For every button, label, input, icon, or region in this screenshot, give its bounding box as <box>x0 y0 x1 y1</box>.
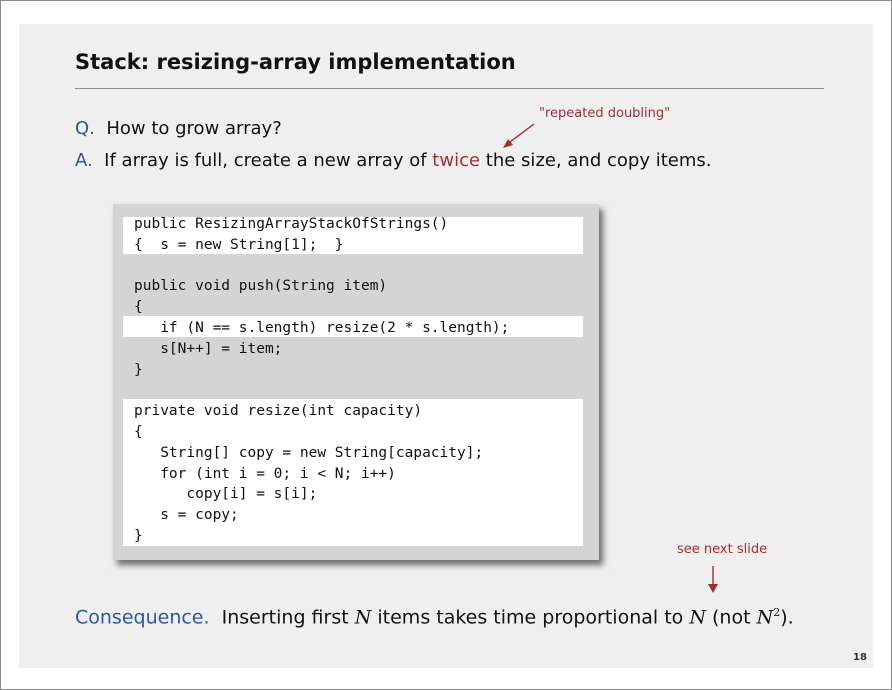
repeated-doubling-note: "repeated doubling" <box>539 106 671 121</box>
answer-line: A. If array is full, create a new array … <box>75 150 711 171</box>
code-line: s = copy; <box>134 507 239 524</box>
consequence-n2: N <box>689 606 706 629</box>
question-text: How to grow array? <box>106 118 282 139</box>
code-line: { <box>134 299 143 316</box>
consequence-text-1: Inserting first <box>221 606 349 629</box>
consequence-text-2: items takes time proportional to <box>377 606 684 629</box>
code-line: public ResizingArrayStackOfStrings() <box>134 216 449 232</box>
slide-title: Stack: resizing-array implementation <box>75 50 516 74</box>
consequence-n1: N <box>354 606 372 629</box>
see-next-slide-note: see next slide <box>677 542 768 557</box>
answer-label: A. <box>75 150 93 171</box>
title-divider <box>75 88 824 89</box>
code-panel: public ResizingArrayStackOfStrings() { s … <box>113 204 599 560</box>
question-line: Q. How to grow array? <box>75 118 282 139</box>
answer-highlight: twice <box>432 150 481 171</box>
down-arrow-icon <box>708 566 718 593</box>
code-block: public ResizingArrayStackOfStrings() { s … <box>134 214 509 547</box>
code-line: if (N == s.length) resize(2 * s.length); <box>134 319 510 336</box>
code-line: private void resize(int capacity) <box>134 403 423 420</box>
slide: Stack: resizing-array implementation Q. … <box>0 0 892 690</box>
code-line: { <box>134 423 143 440</box>
code-line: } <box>134 527 143 544</box>
consequence-label: Consequence. <box>75 606 210 629</box>
consequence-line: Consequence. Inserting first N items tak… <box>75 606 794 628</box>
answer-text-after: the size, and copy items. <box>485 150 712 171</box>
code-line: copy[i] = s[i]; <box>134 486 318 503</box>
consequence-n3: N <box>756 606 774 629</box>
code-line: { s = new String[1]; } <box>134 236 344 253</box>
annotation-arrow-icon <box>503 123 535 148</box>
code-line: } <box>134 361 143 378</box>
code-line: public void push(String item) <box>134 278 388 295</box>
code-line: for (int i = 0; i < N; i++) <box>134 465 396 482</box>
code-line: s[N++] = item; <box>134 340 283 357</box>
code-line: String[] copy = new String[capacity]; <box>134 444 484 461</box>
consequence-text-4: ). <box>780 606 794 629</box>
consequence-text-3: (not <box>712 606 751 629</box>
answer-text-before: If array is full, create a new array of <box>104 150 427 171</box>
page-number: 18 <box>853 652 867 663</box>
question-label: Q. <box>75 118 95 139</box>
